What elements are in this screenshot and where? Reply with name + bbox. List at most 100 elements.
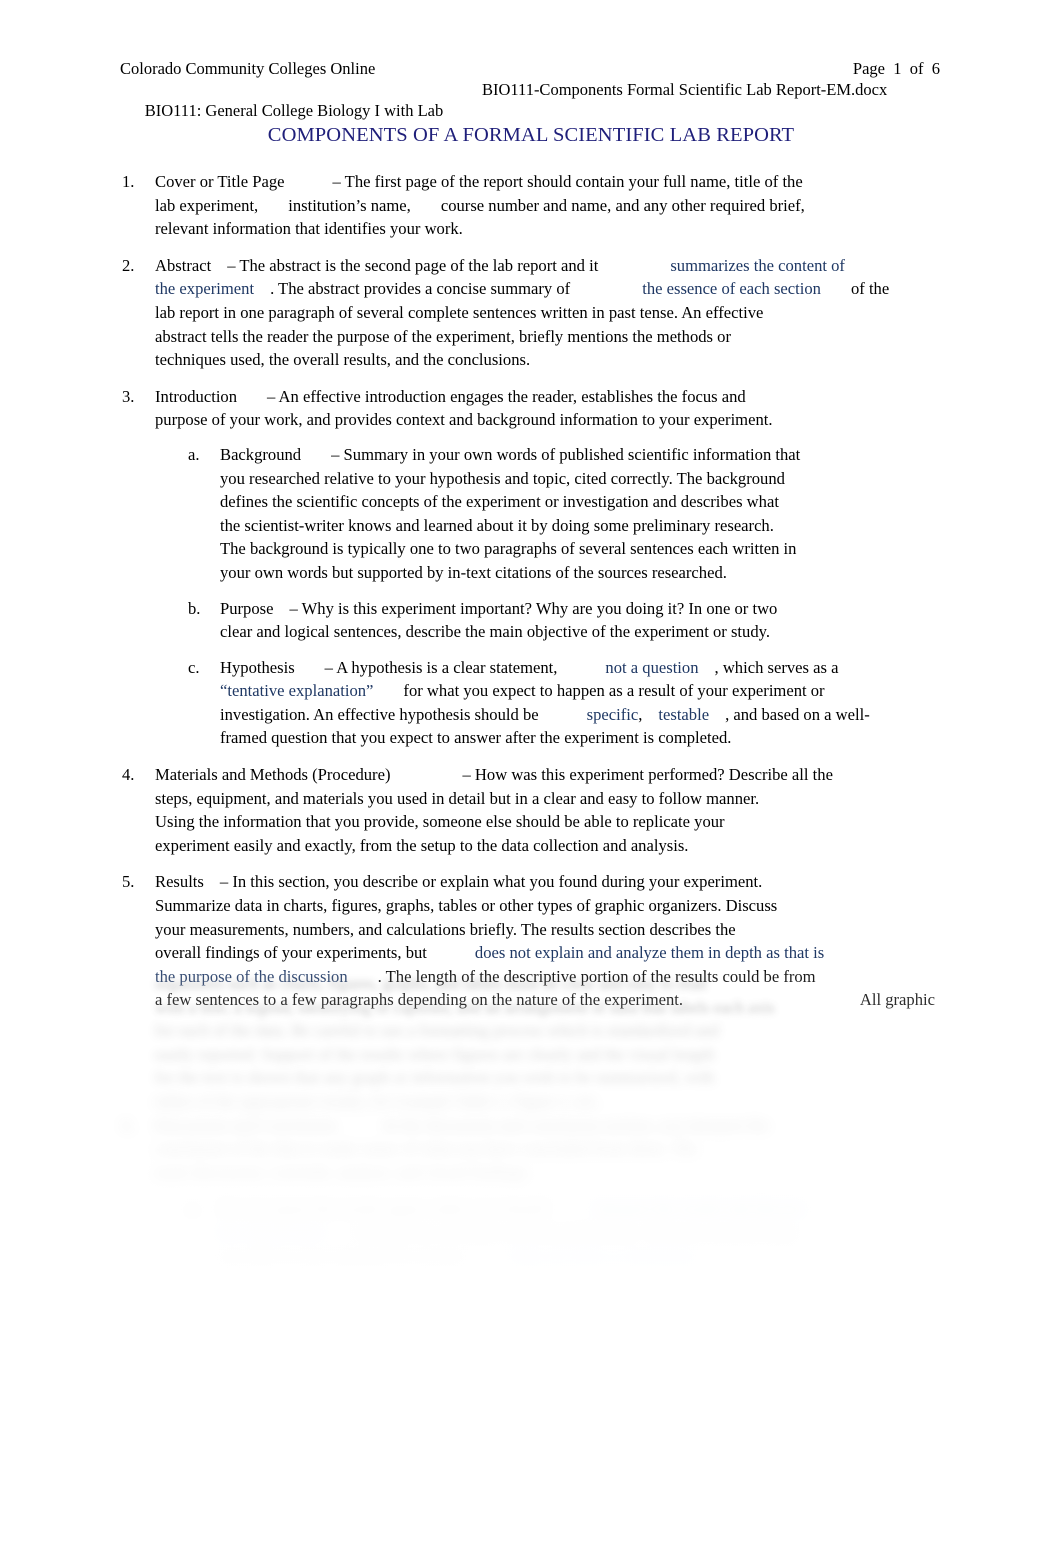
body-text: – Why is this experiment important? Why … bbox=[289, 598, 778, 618]
obscured-item-text: Discussion and Conclusion In the discussi… bbox=[155, 1114, 935, 1185]
header-institution: Colorado Community Colleges Online bbox=[120, 59, 376, 78]
list-marker: 4. bbox=[122, 765, 135, 785]
term-label: Discussion and Conclusion bbox=[155, 1115, 336, 1135]
obscured-line: easily reported. Support of the results … bbox=[155, 1044, 715, 1064]
highlight-text: specific bbox=[586, 704, 639, 724]
header-page-number: Page 1 of 6 bbox=[852, 59, 940, 78]
body-text: you able to your standard for section bbox=[220, 1246, 464, 1266]
body-text: steps, equipment, and materials you used… bbox=[155, 788, 760, 808]
term-label: Hypothesis bbox=[220, 657, 295, 677]
term-label: Materials and Methods (Procedure) bbox=[155, 765, 391, 785]
obscured-subitem-text: Do not repeat the results again, rather … bbox=[220, 1197, 932, 1268]
body-text: – The first page of the report should co… bbox=[332, 172, 803, 191]
obscured-sublist-item: a. Do not repeat the results again, rath… bbox=[0, 1197, 1062, 1268]
obscured-line: for the text is shown that any graph or … bbox=[155, 1068, 715, 1088]
body-text: defines the scientific concepts of the e… bbox=[220, 492, 779, 512]
sublist-item-purpose: b. Purpose – Why is this experiment impor… bbox=[155, 597, 1062, 644]
body-text: – How was this experiment performed? Des… bbox=[462, 765, 833, 785]
body-text: Summarize data in charts, figures, graph… bbox=[155, 896, 778, 916]
highlight-text: not a question bbox=[605, 657, 699, 677]
sublist-marker: b. bbox=[188, 598, 201, 618]
term-label: Results bbox=[155, 872, 204, 892]
body-text: abstract tells the reader the purpose of… bbox=[155, 326, 731, 346]
introduction-sublist: a. Background – Summary in your own words… bbox=[155, 443, 1062, 750]
term-label: Introduction bbox=[155, 386, 238, 406]
term-label: Purpose bbox=[220, 598, 274, 618]
list-item-abstract: 2. Abstract – The abstract is the second … bbox=[0, 254, 1062, 372]
term-label: Background bbox=[220, 444, 302, 464]
body-text: a few sentences to a few paragraphs depe… bbox=[155, 990, 684, 1010]
header-filename: BIO111-Components Formal Scientific Lab … bbox=[482, 80, 888, 99]
body-text: for what you expect to happen as a resul… bbox=[403, 681, 825, 701]
list-item-results: 5. Results – In this section, you describ… bbox=[0, 870, 1062, 1012]
sublist-marker: c. bbox=[188, 657, 200, 677]
highlight-text: the essence of each section bbox=[642, 279, 821, 299]
body-text: , bbox=[638, 704, 643, 724]
sublist-marker: a. bbox=[188, 1199, 200, 1219]
body-text: of what you conclude with the preliminar… bbox=[354, 1222, 795, 1242]
body-text: techniques used, the overall results, an… bbox=[155, 350, 531, 370]
list-item-text: Abstract – The abstract is the second pag… bbox=[155, 254, 935, 372]
body-text: – An effective introduction engages the … bbox=[267, 386, 746, 406]
page-header: Colorado Community Colleges Online Page … bbox=[120, 58, 940, 163]
list-item-text: Cover or Title Page – The first page of t… bbox=[155, 170, 935, 241]
body-text: – Summary in your own words of published… bbox=[331, 444, 801, 464]
obscured-list-item-discussion: 6. Discussion and Conclusion In the discu… bbox=[0, 1114, 1062, 1185]
sublist-item-background: a. Background – Summary in your own words… bbox=[155, 443, 1062, 585]
list-item-text: Materials and Methods (Procedure) – How w… bbox=[155, 763, 935, 857]
list-item-text: Introduction – An effective introduction … bbox=[155, 385, 935, 432]
highlight-text: the purpose of the discussion bbox=[155, 966, 348, 986]
body-text: purpose of your work, and provides conte… bbox=[155, 410, 773, 430]
header-course: BIO111: General College Biology I with L… bbox=[144, 101, 444, 120]
body-text: clear and logical sentences, describe th… bbox=[220, 622, 770, 642]
sublist-marker: a. bbox=[188, 444, 200, 464]
body-text: your measurements, numbers, and calculat… bbox=[155, 919, 736, 939]
document-body: 1. Cover or Title Page – The first page o… bbox=[0, 170, 1062, 1025]
body-text: . The abstract provides a concise summar… bbox=[270, 279, 571, 299]
body-text: conclusion of the data to make sense of … bbox=[155, 1139, 698, 1159]
body-text: relevant information that identifies you… bbox=[155, 219, 463, 239]
body-text: course number and name, and any other re… bbox=[440, 195, 805, 215]
components-list: 1. Cover or Title Page – The first page o… bbox=[0, 170, 1062, 1012]
document-page: Colorado Community Colleges Online Page … bbox=[0, 0, 1062, 1561]
sublist-item-hypothesis: c. Hypothesis – A hypothesis is a clear s… bbox=[155, 656, 1062, 750]
list-marker: 1. bbox=[122, 172, 135, 191]
list-marker: 2. bbox=[122, 255, 135, 275]
body-text: you researched relative to your hypothes… bbox=[220, 468, 785, 488]
obscured-link[interactable]: help you draw a conclusion bbox=[511, 1247, 693, 1266]
body-text: institution’s name, bbox=[288, 195, 411, 215]
sublist-item-text: Background – Summary in your own words of… bbox=[220, 443, 932, 585]
body-text: framed question that you expect to answe… bbox=[220, 728, 732, 748]
obscured-link[interactable]: interpret the results and discuss bbox=[595, 1199, 803, 1218]
highlight-text: testable bbox=[658, 704, 710, 724]
body-text: , which serves as a bbox=[714, 657, 839, 677]
obscured-link[interactable]: the significance bbox=[220, 1223, 325, 1242]
list-item-cover-or-title-page: 1. Cover or Title Page – The first page o… bbox=[0, 170, 1062, 241]
body-text: the scientist-writer knows and learned a… bbox=[220, 515, 774, 535]
sublist-item-text: Purpose – Why is this experiment importan… bbox=[220, 597, 932, 644]
highlight-text: “tentative explanation” bbox=[220, 681, 374, 701]
list-item-materials-and-methods: 4. Materials and Methods (Procedure) – Ho… bbox=[0, 763, 1062, 857]
term-label: Abstract bbox=[155, 255, 212, 275]
header-row-bottom: BIO111: General College Biology I with L… bbox=[120, 79, 940, 163]
body-text: Do not repeat the results again, rather … bbox=[220, 1199, 547, 1219]
body-text: lab report in one paragraph of several c… bbox=[155, 302, 764, 322]
body-text: – In this section, you describe or expla… bbox=[219, 872, 763, 892]
list-marker: 6. bbox=[122, 1115, 135, 1135]
term-label: Cover or Title Page bbox=[155, 172, 285, 191]
body-text: , and based on a well- bbox=[725, 704, 870, 724]
list-item-introduction: 3. Introduction – An effective introducti… bbox=[0, 385, 1062, 750]
body-text: In the discussion and conclusion section… bbox=[383, 1115, 769, 1135]
list-marker: 3. bbox=[122, 386, 135, 406]
highlight-text: summarizes the content of bbox=[670, 255, 845, 275]
header-row-top: Colorado Community Colleges Online Page … bbox=[120, 58, 940, 79]
body-text: . The length of the descriptive portion … bbox=[377, 966, 816, 986]
page-title: COMPONENTS OF A FORMAL SCIENTIFIC LAB RE… bbox=[267, 124, 795, 146]
highlight-text: the experiment bbox=[155, 279, 255, 299]
body-text: your own words but supported by in-text … bbox=[220, 562, 727, 582]
list-marker: 5. bbox=[122, 872, 135, 892]
body-text: overall findings of your experiments, bu… bbox=[155, 943, 427, 963]
body-text: – The abstract is the second page of the… bbox=[227, 255, 599, 275]
list-item-text: Results – In this section, you describe o… bbox=[155, 870, 935, 1012]
body-text: of the bbox=[850, 279, 890, 299]
